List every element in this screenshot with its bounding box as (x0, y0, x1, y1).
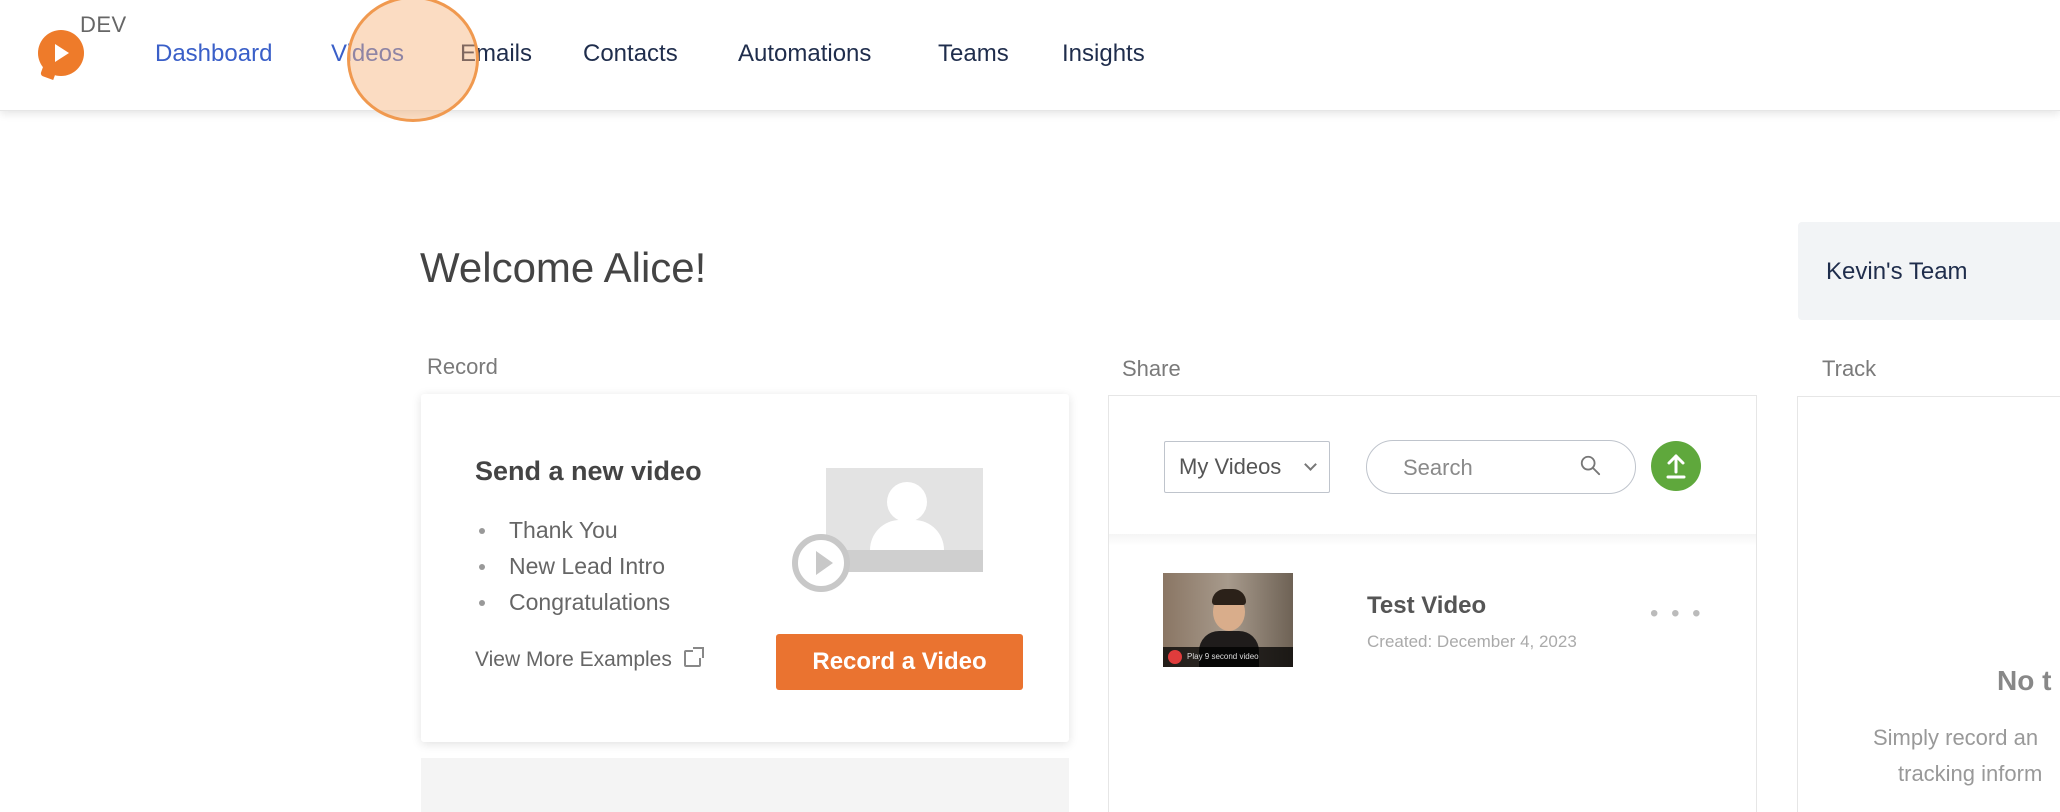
top-nav: DEV Dashboard Videos Emails Contacts Aut… (0, 0, 2060, 111)
section-label-record: Record (427, 354, 498, 379)
track-empty-title: No t (1997, 665, 2052, 696)
external-link-icon (683, 647, 704, 667)
nav-emails[interactable]: Emails (460, 40, 532, 68)
nav-dashboard[interactable]: Dashboard (155, 40, 272, 68)
example-label: New Lead Intro (509, 553, 665, 579)
video-created-date: Created: December 4, 2023 (1367, 632, 1577, 651)
chevron-down-icon (1304, 458, 1317, 471)
nav-teams[interactable]: Teams (938, 40, 1009, 68)
more-dots-icon[interactable]: • • • (1650, 600, 1704, 628)
list-item: Thank You (475, 512, 670, 548)
view-more-examples-label: View More Examples (475, 648, 672, 671)
share-toolbar: My Videos Search (1109, 396, 1756, 536)
illustration-head (887, 482, 927, 522)
record-card-title: Send a new video (475, 456, 702, 486)
play-circle-icon (792, 534, 850, 592)
video-title[interactable]: Test Video (1367, 592, 1486, 620)
search-placeholder: Search (1403, 455, 1473, 480)
section-label-share: Share (1122, 356, 1181, 381)
page-title: Welcome Alice! (420, 244, 707, 291)
search-icon (1580, 455, 1601, 476)
record-card: Send a new video Thank You New Lead Intr… (421, 394, 1069, 742)
nav-automations[interactable]: Automations (738, 40, 871, 68)
share-card: My Videos Search Play 9 second video Tes… (1108, 395, 1757, 812)
divider (1109, 534, 1756, 546)
section-label-track: Track (1822, 356, 1877, 381)
track-card: No t Simply record an tracking inform (1797, 396, 2060, 812)
list-item: New Lead Intro (475, 548, 670, 584)
team-name: Kevin's Team (1826, 258, 1968, 285)
upload-video-button[interactable] (1651, 441, 1701, 491)
list-item: Congratulations (475, 584, 670, 620)
nav-videos[interactable]: Videos (331, 40, 404, 68)
example-list: Thank You New Lead Intro Congratulations (475, 512, 670, 620)
nav-contacts[interactable]: Contacts (583, 40, 678, 68)
upload-icon (1666, 454, 1686, 479)
example-label: Thank You (509, 517, 618, 543)
video-filter-select[interactable]: My Videos (1164, 441, 1330, 493)
view-more-examples-link[interactable]: View More Examples (475, 647, 704, 672)
video-list-item[interactable]: Play 9 second video Test Video Created: … (1109, 548, 1756, 668)
record-video-button[interactable]: Record a Video (776, 634, 1023, 690)
example-label: Congratulations (509, 589, 671, 615)
app-logo[interactable] (38, 30, 84, 80)
play-icon (1168, 650, 1182, 664)
logo-play-icon (55, 44, 69, 62)
nav-insights[interactable]: Insights (1062, 40, 1145, 68)
thumbnail-caption: Play 9 second video (1187, 652, 1259, 661)
team-selector[interactable]: Kevin's Team (1798, 222, 2060, 320)
env-label: DEV (80, 12, 127, 37)
video-thumbnail[interactable]: Play 9 second video (1163, 573, 1293, 667)
search-input[interactable]: Search (1366, 440, 1636, 494)
track-empty-text: tracking inform (1898, 761, 2043, 786)
record-card-secondary (421, 758, 1069, 812)
video-filter-value: My Videos (1179, 454, 1282, 479)
track-empty-text: Simply record an (1873, 725, 2039, 750)
